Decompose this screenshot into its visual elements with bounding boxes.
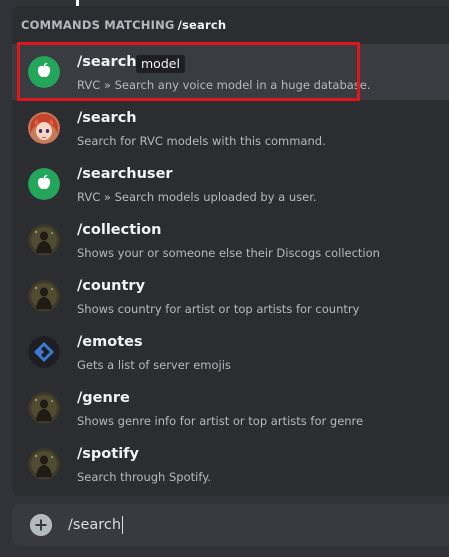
command-item-search[interactable]: /search Search for RVC models with this … [12,100,449,156]
plus-circle-icon[interactable] [30,514,52,536]
apple-logo-icon [28,168,60,200]
command-name: /search [77,54,137,70]
discord-window: COMMANDS MATCHING/search /search model R… [0,0,449,557]
command-name: /emotes [77,334,143,350]
command-name: /searchuser [77,166,173,182]
command-name: /search [77,110,137,126]
command-name: /collection [77,222,162,238]
command-item-country[interactable]: /country Shows country for artist or top… [12,268,449,324]
blue-diamond-logo-icon [28,336,60,368]
command-item-emotes[interactable]: /emotes Gets a list of server emojis [12,324,449,380]
command-description: Search through Spotify. [77,470,212,484]
command-description: Shows your or someone else their Discogs… [77,246,380,260]
command-autocomplete-popup: COMMANDS MATCHING/search /search model R… [12,6,449,496]
command-item-genre[interactable]: /genre Shows genre info for artist or to… [12,380,449,436]
apple-logo-icon [28,56,60,88]
message-input-value: /search [68,517,122,533]
command-description: Search for RVC models with this command. [77,134,326,148]
dark-figure-avatar-icon [28,224,60,256]
command-name: /genre [77,390,130,406]
dark-figure-avatar-icon [28,448,60,480]
dark-figure-avatar-icon [28,392,60,424]
command-description: Gets a list of server emojis [77,358,231,372]
message-input[interactable]: /search [68,514,124,536]
command-option-pill[interactable]: model [136,55,185,73]
command-description: RVC » Search any voice model in a huge d… [77,78,371,92]
command-name: /spotify [77,446,139,462]
header-label: COMMANDS MATCHING [21,18,175,32]
message-composer: /search [12,504,449,546]
dark-figure-avatar-icon [28,280,60,312]
text-caret [122,516,124,534]
command-list: /search model RVC » Search any voice mod… [12,44,449,492]
command-item-spotify[interactable]: /spotify Search through Spotify. [12,436,449,492]
command-item-collection[interactable]: /collection Shows your or someone else t… [12,212,449,268]
command-name: /country [77,278,146,294]
command-item-searchuser[interactable]: /searchuser RVC » Search models uploaded… [12,156,449,212]
command-description: RVC » Search models uploaded by a user. [77,190,317,204]
anime-character-avatar-icon [28,112,60,144]
autocomplete-header: COMMANDS MATCHING/search [21,18,226,32]
command-item-search-rvc[interactable]: /search model RVC » Search any voice mod… [12,44,449,100]
command-description: Shows country for artist or top artists … [77,302,360,316]
command-description: Shows genre info for artist or top artis… [77,414,364,428]
header-query: /search [177,18,227,32]
